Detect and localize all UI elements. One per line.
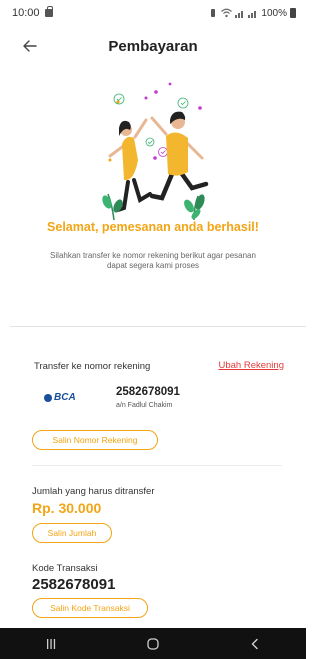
change-account-link[interactable]: Ubah Rekening xyxy=(219,360,285,371)
copy-transaction-code-button[interactable]: Salin Kode Transaksi xyxy=(32,598,148,618)
navigation-bar xyxy=(0,628,306,659)
vibrate-icon xyxy=(211,9,216,17)
status-time: 10:00 xyxy=(12,7,40,19)
status-bar: 10:00 100% xyxy=(0,0,306,26)
wifi-icon xyxy=(221,8,233,18)
copy-amount-button[interactable]: Salin Jumlah xyxy=(32,523,112,543)
celebration-illustration xyxy=(102,82,209,221)
success-title: Selamat, pemesanan anda berhasil! xyxy=(47,220,259,234)
amount-label: Jumlah yang harus ditransfer xyxy=(32,486,155,497)
copy-account-number-button[interactable]: Salin Nomor Rekening xyxy=(32,430,158,450)
battery-percent: 100% xyxy=(261,7,287,19)
shopping-bag-icon xyxy=(44,6,53,17)
battery-icon xyxy=(290,8,296,18)
home-icon xyxy=(147,637,159,650)
bank-logo-icon xyxy=(44,393,52,402)
home-button[interactable] xyxy=(133,632,173,656)
bank-name: BCA xyxy=(54,392,76,403)
bank-logo: BCA xyxy=(44,392,76,403)
account-holder: a/n Fadlul Chakim xyxy=(116,402,173,409)
arrow-left-icon xyxy=(23,40,37,52)
recent-apps-icon xyxy=(47,638,56,649)
list-divider xyxy=(32,465,282,466)
signal-icon xyxy=(235,11,244,18)
section-divider xyxy=(10,326,306,327)
status-right: 100% xyxy=(208,8,296,19)
back-nav-button[interactable] xyxy=(235,632,275,656)
recent-apps-button[interactable] xyxy=(31,632,71,656)
transaction-code-label: Kode Transaksi xyxy=(32,563,98,574)
transfer-label: Transfer ke nomor rekening xyxy=(34,361,151,372)
chevron-left-icon xyxy=(251,638,258,649)
back-button[interactable] xyxy=(18,34,42,58)
transaction-code-value: 2582678091 xyxy=(32,576,116,593)
account-number: 2582678091 xyxy=(116,386,180,398)
amount-value: Rp. 30.000 xyxy=(32,500,102,516)
app-bar: Pembayaran xyxy=(0,26,306,66)
signal-icon-2 xyxy=(248,11,257,18)
success-description: Silahkan transfer ke nomor rekening beri… xyxy=(50,251,256,270)
page-title: Pembayaran xyxy=(108,37,198,55)
status-left: 10:00 xyxy=(12,6,53,19)
